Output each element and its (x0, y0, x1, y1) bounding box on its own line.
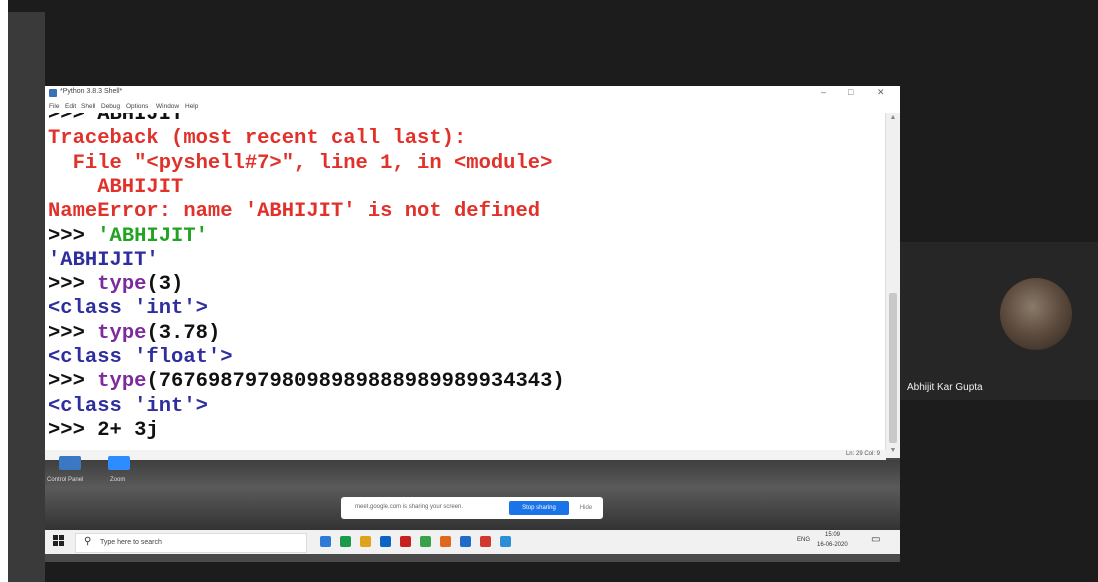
shell-text-segment: >>> ABHIJIT (48, 113, 184, 126)
status-bar: Ln: 29 Col: 9 (45, 450, 886, 460)
search-icon: ⚲ (84, 536, 92, 547)
menu-debug[interactable]: Debug (101, 103, 120, 110)
menu-help[interactable]: Help (185, 103, 198, 110)
python-shell-window: *Python 3.8.3 Shell* – □ ✕ File Edit She… (45, 86, 900, 460)
shell-text-segment: <class 'int'> (48, 297, 208, 321)
participant-tile: Abhijit Kar Gupta (900, 242, 1098, 400)
shell-text-segment: >>> (48, 224, 98, 248)
shell-line: >>> ABHIJIT (48, 113, 183, 127)
taskbar-app-icon[interactable] (500, 536, 511, 547)
taskbar-app-icon[interactable] (360, 536, 371, 547)
shell-line: 'ABHIJIT' (48, 249, 159, 273)
clock-time[interactable]: 15:09 (825, 532, 840, 538)
shell-text-segment: <class 'int'> (48, 394, 208, 418)
menu-bar: File Edit Shell Debug Options Window Hel… (45, 101, 900, 113)
shell-line: <class 'float'> (48, 346, 233, 370)
shell-line: NameError: name 'ABHIJIT' is not defined (48, 200, 540, 224)
shell-text-segment: >>> 2+ 3j (48, 418, 159, 442)
taskbar-app-icon[interactable] (460, 536, 471, 547)
cursor-position: Ln: 29 Col: 9 (845, 451, 880, 457)
menu-window[interactable]: Window (156, 103, 179, 110)
participant-name: Abhijit Kar Gupta (907, 382, 983, 393)
taskbar-app-icon[interactable] (400, 536, 411, 547)
taskbar-search-input[interactable]: ⚲ Type here to search (75, 533, 307, 553)
menu-edit[interactable]: Edit (65, 103, 76, 110)
shell-line: >>> type(3.78) (48, 322, 220, 346)
meeting-side-bar (8, 12, 45, 582)
taskbar-app-icon[interactable] (320, 536, 331, 547)
shell-text-segment: >>> (48, 321, 98, 345)
close-button[interactable]: ✕ (877, 87, 885, 98)
shell-text-segment: (3.78) (146, 321, 221, 345)
zoom-app-icon[interactable] (108, 456, 130, 470)
shell-text-segment: >>> (48, 273, 98, 297)
clock-date[interactable]: 16-06-2020 (817, 542, 848, 548)
shell-text-segment: Traceback (most recent call last): (48, 127, 467, 151)
desktop-background: Control Panel Zoom (45, 456, 900, 530)
shell-line: >>> 'ABHIJIT' (48, 225, 208, 249)
shell-text-segment: NameError: name 'ABHIJIT' is not defined (48, 200, 541, 224)
shell-line: >>> type(7676987979809898988898998993434… (48, 370, 565, 394)
control-panel-label: Control Panel (47, 477, 84, 483)
shell-text-segment: >>> (48, 370, 98, 394)
shell-text-segment: type (97, 321, 147, 345)
page-margin (0, 0, 8, 582)
scroll-down-arrow-icon[interactable]: ▼ (886, 446, 900, 456)
language-indicator[interactable]: ENG (797, 537, 810, 543)
maximize-button[interactable]: □ (848, 87, 853, 97)
taskbar-app-icon[interactable] (380, 536, 391, 547)
stop-sharing-button[interactable]: Stop sharing (509, 501, 569, 515)
taskbar: ⚲ Type here to search ENG 15:09 16-06-20… (45, 530, 900, 554)
shell-text-segment: (3) (146, 273, 184, 297)
taskbar-app-icon[interactable] (340, 536, 351, 547)
scroll-thumb[interactable] (889, 293, 897, 443)
shell-line: File "<pyshell#7>", line 1, in <module> (48, 151, 553, 176)
menu-options[interactable]: Options (126, 103, 148, 110)
shell-text-segment: (76769879798098989888989989934343) (146, 370, 565, 394)
notification-icon[interactable]: ▭ (871, 534, 880, 545)
search-placeholder: Type here to search (100, 539, 162, 546)
shell-text-segment: File "<pyshell#7>", line 1, in <module> (48, 151, 553, 175)
shell-line: ABHIJIT (48, 176, 183, 200)
sharing-message: meet.google.com is sharing your screen. (355, 504, 464, 510)
title-bar: *Python 3.8.3 Shell* – □ ✕ (45, 86, 900, 101)
taskbar-app-icon[interactable] (420, 536, 431, 547)
hide-button[interactable]: Hide (575, 501, 597, 515)
shell-line: Traceback (most recent call last): (48, 127, 466, 151)
shell-line: >>> 2+ 3j (48, 419, 159, 443)
screen-sharing-bar: meet.google.com is sharing your screen. … (341, 497, 603, 519)
shell-text-segment: type (97, 370, 147, 394)
shell-line: >>> type(3) (48, 273, 183, 297)
python-icon (49, 89, 57, 97)
menu-file[interactable]: File (49, 103, 59, 110)
menu-shell[interactable]: Shell (81, 103, 95, 110)
control-panel-icon[interactable] (59, 456, 81, 470)
vertical-scrollbar[interactable]: ▲ ▼ (885, 113, 900, 458)
shared-screen: *Python 3.8.3 Shell* – □ ✕ File Edit She… (45, 86, 900, 562)
shell-text-segment: 'ABHIJIT' (48, 248, 159, 272)
participant-video (1000, 278, 1072, 350)
taskbar-app-icon[interactable] (480, 536, 491, 547)
shell-output[interactable]: >>> ABHIJIT Traceback (most recent call l… (48, 113, 878, 453)
shell-line: <class 'int'> (48, 297, 208, 321)
taskbar-app-icon[interactable] (440, 536, 451, 547)
windows-start-icon[interactable] (53, 535, 65, 547)
minimize-button[interactable]: – (821, 87, 826, 97)
shell-text-segment: <class 'float'> (48, 346, 233, 369)
zoom-label: Zoom (110, 477, 126, 483)
shell-text-segment: 'ABHIJIT' (97, 224, 208, 248)
scroll-up-arrow-icon[interactable]: ▲ (886, 113, 900, 123)
shell-line: <class 'int'> (48, 395, 208, 419)
shell-text-segment: ABHIJIT (48, 175, 184, 199)
shell-text-segment: type (97, 273, 147, 297)
window-title: *Python 3.8.3 Shell* (60, 88, 123, 95)
